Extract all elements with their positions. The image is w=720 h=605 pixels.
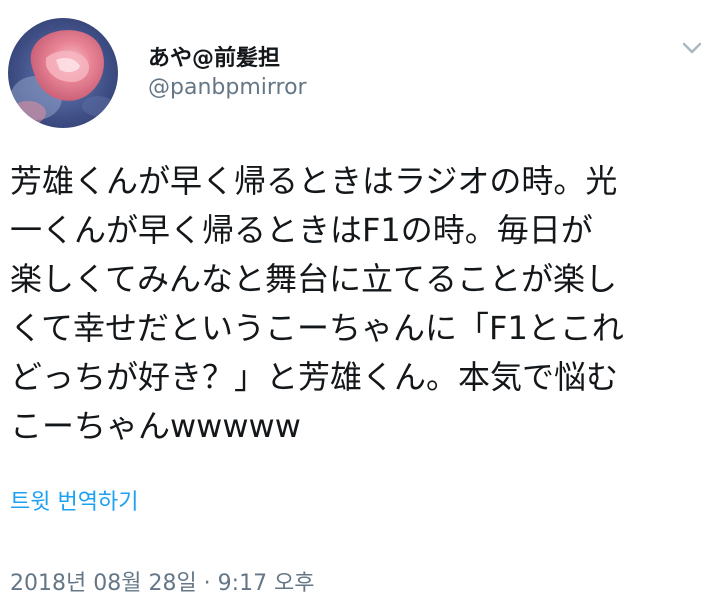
tweet-text-line: こーちゃんwwwww [10,407,301,445]
tweet-text-line: 一くんが早く帰るときはF1の時。毎日が [10,211,593,249]
tweet-text: 芳雄くんが早く帰るときはラジオの時。光 一くんが早く帰るときはF1の時。毎日が … [10,157,700,451]
tweet-text-line: 楽しくてみんなと舞台に立てることが楽し [10,260,618,298]
user-handle[interactable]: @panbpmirror [148,75,307,100]
tweet-text-line: どっちが好き？」と芳雄くん。本気で悩む [10,358,619,396]
avatar[interactable] [8,18,118,128]
translate-tweet-link[interactable]: 트윗 번역하기 [10,484,138,516]
avatar-image [8,18,118,128]
chevron-down-icon[interactable] [676,36,708,60]
tweet-text-line: くて幸せだというこーちゃんに「F1とこれ [10,309,624,347]
display-name[interactable]: あや@前髪担 [148,40,280,72]
tweet-timestamp[interactable]: 2018년 08월 28일 · 9:17 오후 [10,565,315,597]
tweet-text-line: 芳雄くんが早く帰るときはラジオの時。光 [10,162,618,200]
